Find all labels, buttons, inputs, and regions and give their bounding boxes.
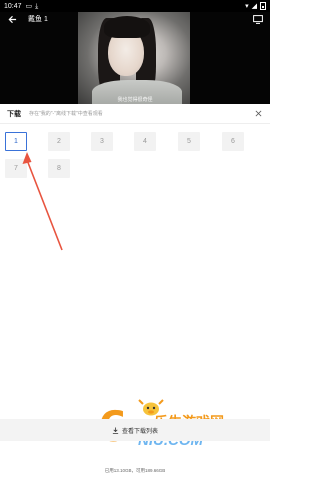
close-button[interactable] [253,109,263,119]
episode-button-3[interactable]: 3 [91,132,113,151]
back-button[interactable] [6,13,18,25]
download-status-icon: ⤓ [35,2,39,10]
video-subtitle: 我也觉得很奇怪 [117,97,153,103]
video-top-bar: 戴鱼 1 [0,12,270,26]
storage-info: 已用13.10GB，可用189.66GB [104,468,166,473]
battery-icon [260,2,266,10]
episode-button-4[interactable]: 4 [134,132,156,151]
close-icon [255,110,261,117]
download-list-icon [112,426,119,434]
episode-button-2[interactable]: 2 [48,132,70,151]
signal-icon: ◢ [251,2,257,10]
wifi-icon: ▾ [245,2,249,10]
view-downloads-label: 查看下载列表 [121,428,158,435]
download-hint: 存在"我的"-"离线下载"中查看观看 [29,111,103,117]
episode-button-8[interactable]: 8 [48,159,70,178]
video-title: 戴鱼 1 [28,16,48,23]
download-panel-header: 下载 存在"我的"-"离线下载"中查看观看 [0,104,270,124]
arrow-left-icon [8,15,16,23]
episode-button-1[interactable]: 1 [5,132,27,151]
episode-button-6[interactable]: 6 [222,132,244,151]
episode-button-7[interactable]: 7 [5,159,27,178]
episode-button-5[interactable]: 5 [178,132,200,151]
cast-icon [253,14,263,24]
cast-button[interactable] [252,13,264,25]
video-player[interactable]: 我也觉得很奇怪 戴鱼 1 [0,12,270,104]
view-downloads-button[interactable]: 查看下载列表 [0,419,270,441]
screen: 10:47 ▭ ⤓ ▾ ◢ 我也觉得很奇怪 戴鱼 1 下载 存在"我的"-"离线… [0,0,270,480]
status-time: 10:47 [4,2,22,10]
status-bar: 10:47 ▭ ⤓ ▾ ◢ [0,0,270,12]
download-title: 下载 [7,110,21,118]
notification-icon: ▭ [25,2,33,10]
